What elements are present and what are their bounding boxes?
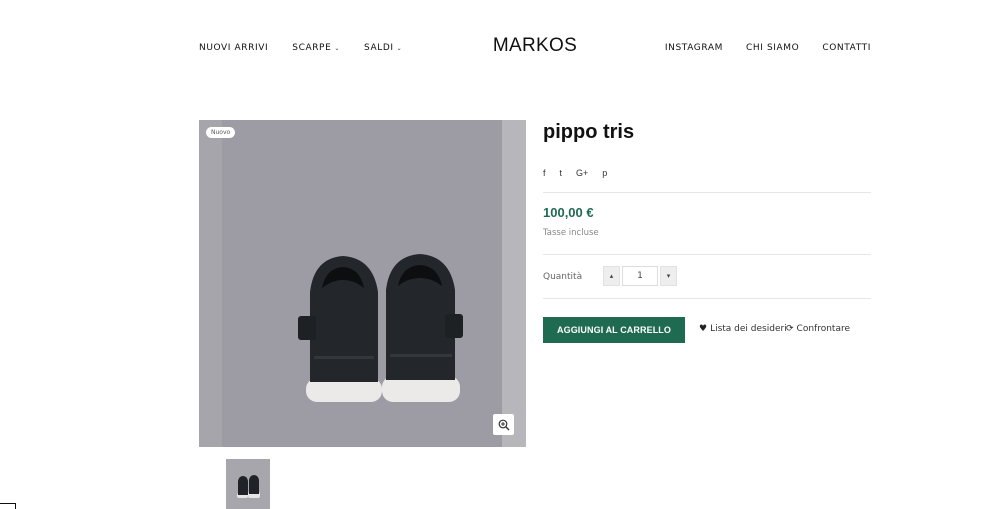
product-title: pippo tris	[543, 121, 635, 143]
tax-note: Tasse incluse	[543, 228, 599, 238]
chevron-up-icon: ▴	[609, 272, 614, 280]
heart-icon: ♥	[699, 324, 708, 334]
quantity-down-button[interactable]: ▾	[660, 266, 677, 286]
quantity-input[interactable]: 1	[622, 266, 658, 286]
main-nav-right: INSTAGRAM CHI SIAMO CONTATTI	[642, 43, 871, 53]
thumbnail-shoe-illustration	[237, 475, 260, 498]
google-plus-icon[interactable]: G+	[576, 168, 588, 178]
product-price: 100,00 €	[543, 205, 594, 220]
compare-link[interactable]: ⟳ Confrontare	[786, 324, 850, 334]
product-photo	[222, 120, 502, 447]
quantity-up-button[interactable]: ▴	[603, 266, 620, 286]
compare-label: Confrontare	[796, 324, 851, 334]
zoom-button[interactable]	[493, 414, 514, 435]
new-badge: Nuovo	[206, 127, 236, 138]
divider	[543, 192, 871, 193]
refresh-icon: ⟳	[786, 324, 794, 334]
quantity-label: Quantità	[543, 272, 583, 282]
left-shoe	[298, 256, 382, 402]
wishlist-label: Lista dei desideri	[710, 324, 787, 334]
nav-item-chi-siamo[interactable]: CHI SIAMO	[746, 43, 799, 53]
zoom-in-icon	[498, 419, 509, 430]
add-to-cart-button[interactable]: AGGIUNGI AL CARRELLO	[543, 317, 685, 343]
right-shoe	[382, 254, 463, 402]
divider	[543, 298, 871, 299]
twitter-icon[interactable]: t	[560, 168, 563, 178]
pinterest-icon[interactable]: p	[602, 168, 607, 178]
product-image[interactable]: Nuovo	[199, 120, 526, 447]
chevron-down-icon: ▾	[666, 272, 671, 280]
product-thumbnail[interactable]	[226, 459, 270, 509]
nav-item-contatti[interactable]: CONTATTI	[822, 43, 871, 53]
image-edge	[502, 120, 526, 447]
corner-mark	[0, 503, 16, 509]
wishlist-link[interactable]: ♥ Lista dei desideri	[699, 324, 787, 334]
nav-item-instagram[interactable]: INSTAGRAM	[665, 43, 723, 53]
social-share: f t G+ p	[543, 168, 621, 178]
shoe-illustration	[298, 254, 463, 402]
facebook-icon[interactable]: f	[543, 168, 546, 178]
divider	[543, 254, 871, 255]
